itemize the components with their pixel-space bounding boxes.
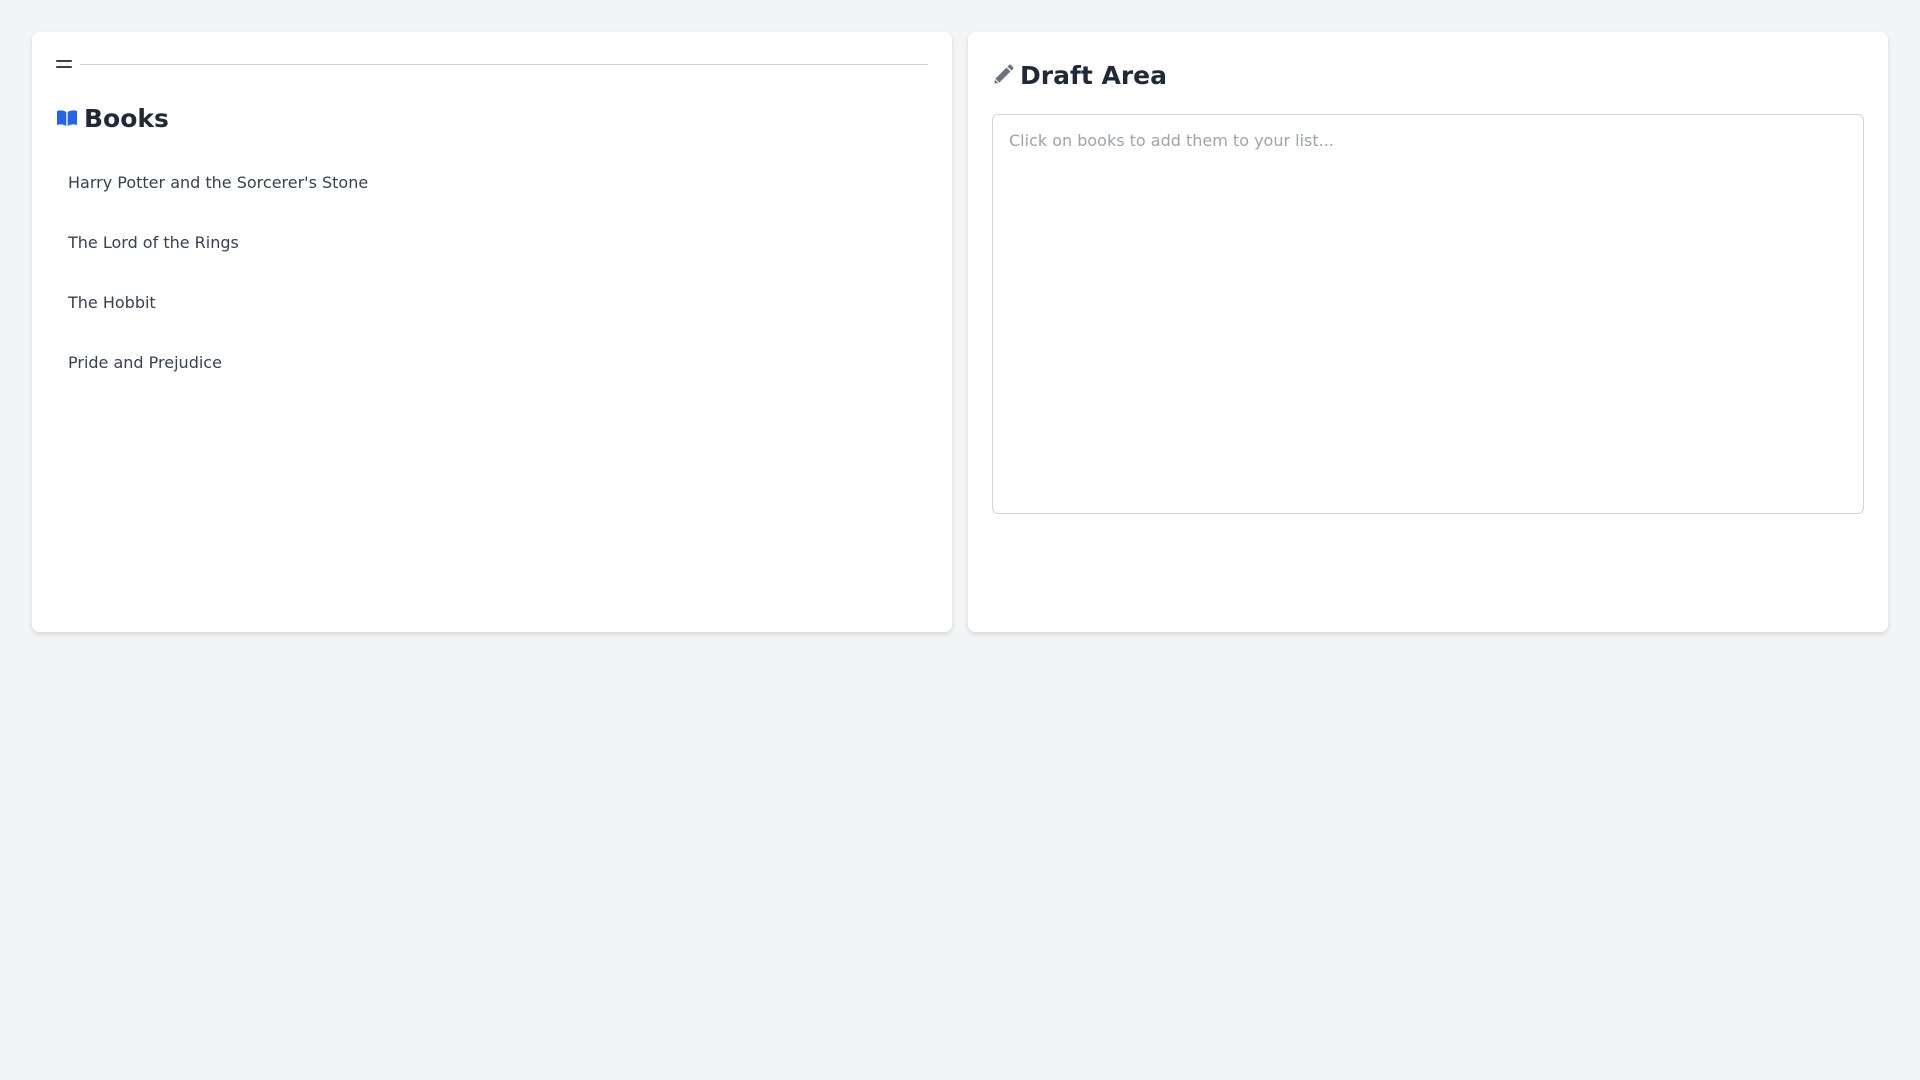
books-panel: Books Harry Potter and the Sorcerer's St… — [32, 32, 952, 632]
book-list-item[interactable]: Pride and Prejudice — [56, 333, 928, 393]
book-list-item[interactable]: The Hobbit — [56, 273, 928, 333]
panel-drag-bar[interactable] — [56, 58, 928, 70]
books-header: Books — [56, 103, 928, 133]
divider-line — [80, 63, 928, 65]
books-title: Books — [84, 103, 169, 133]
drag-handle-icon[interactable] — [56, 60, 72, 68]
book-list-item[interactable]: Harry Potter and the Sorcerer's Stone — [56, 153, 928, 213]
draft-header: Draft Area — [992, 58, 1864, 92]
draft-textarea[interactable] — [992, 114, 1864, 514]
open-book-icon — [56, 107, 78, 129]
book-list-item[interactable]: The Lord of the Rings — [56, 213, 928, 273]
draft-title: Draft Area — [1020, 60, 1167, 90]
pencil-icon — [992, 64, 1014, 86]
book-list: Harry Potter and the Sorcerer's Stone Th… — [56, 153, 928, 393]
app-container: Books Harry Potter and the Sorcerer's St… — [32, 32, 1888, 632]
draft-panel: Draft Area — [968, 32, 1888, 632]
